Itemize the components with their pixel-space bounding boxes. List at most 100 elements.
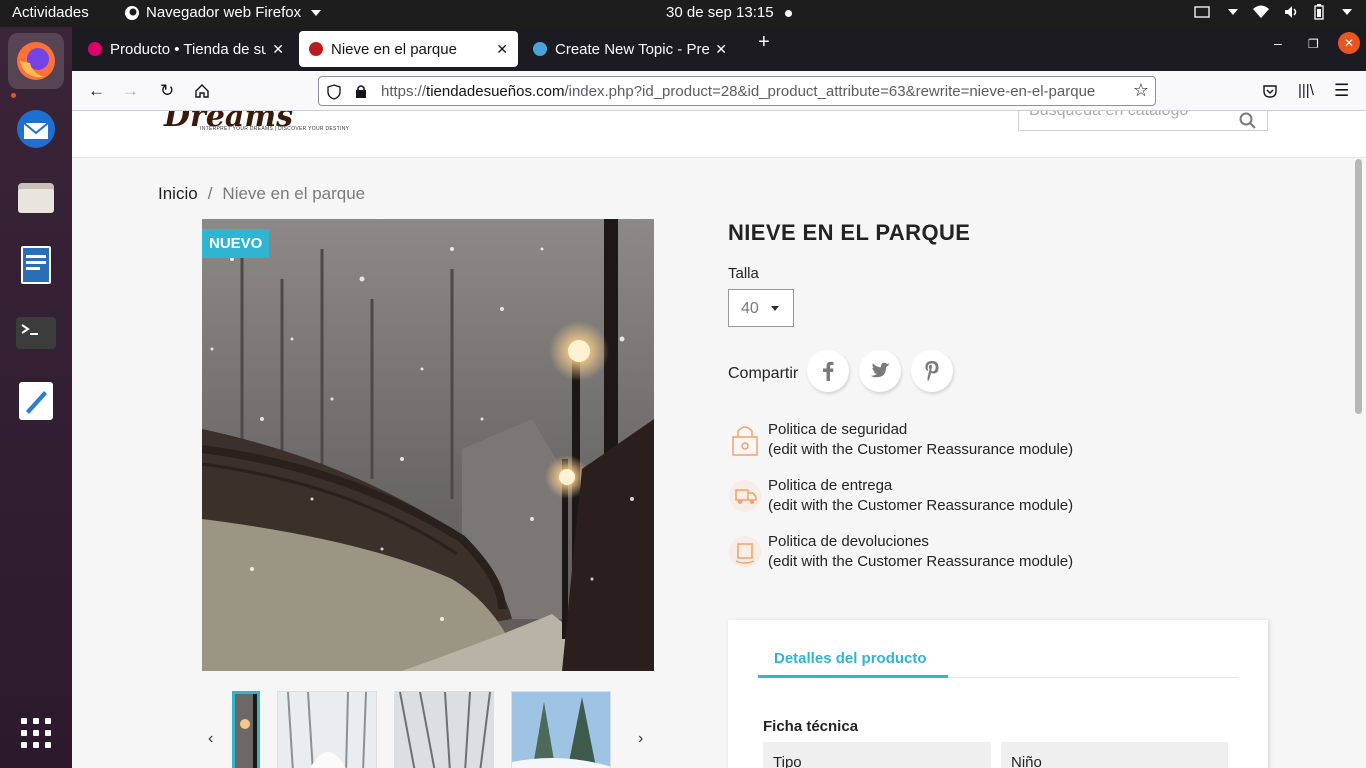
tab-label: Producto • Tienda de sueños <box>110 40 267 58</box>
dock <box>0 27 72 768</box>
size-label: Talla <box>728 265 759 282</box>
chevron-down-icon <box>311 9 322 16</box>
tab-label: Nieve en el parque <box>331 40 457 58</box>
thumbnail-carousel: ‹ › <box>202 690 654 768</box>
thumbnail-4[interactable] <box>511 691 611 768</box>
wifi-icon[interactable] <box>1252 5 1270 19</box>
tab-label: Create New Topic - PrestaShop Forums <box>555 40 710 58</box>
site-header: Dreams INTERPRET YOUR DREAMS | DISCOVER … <box>72 111 1366 158</box>
close-icon[interactable]: ✕ <box>272 41 284 58</box>
breadcrumb-separator: / <box>207 184 213 203</box>
chevron-down-icon[interactable] <box>1342 9 1352 15</box>
pinterest-icon <box>925 361 939 381</box>
reassurance-text: (edit with the Customer Reassurance modu… <box>768 441 1074 458</box>
product-details-card: Detalles del producto Ficha técnica Tipo… <box>728 620 1268 768</box>
prestashop-forum-icon <box>533 42 547 56</box>
activities-button[interactable]: Actividades <box>12 4 89 21</box>
lock-icon[interactable] <box>355 84 367 99</box>
dock-text-editor[interactable] <box>8 373 64 429</box>
tab-product-details[interactable]: Detalles del producto <box>774 650 927 667</box>
dock-terminal[interactable] <box>8 305 64 361</box>
url-scheme: https:// <box>381 83 427 100</box>
dock-writer[interactable] <box>8 237 64 293</box>
breadcrumb: Inicio / Nieve en el parque <box>158 184 365 204</box>
data-sheet-value: Niño <box>1001 742 1228 768</box>
logo-tagline: INTERPRET YOUR DREAMS | DISCOVER YOUR DE… <box>200 126 350 132</box>
share-label: Compartir <box>728 365 799 382</box>
battery-icon[interactable] <box>1314 4 1324 20</box>
clock[interactable]: 30 de sep 13:15 <box>666 4 774 21</box>
chevron-down-icon[interactable] <box>1228 9 1238 15</box>
notification-dot-icon <box>785 10 792 17</box>
reload-button[interactable]: ↻ <box>160 81 174 101</box>
bookmark-star-icon[interactable]: ☆ <box>1133 80 1149 101</box>
pinterest-share-button[interactable] <box>911 350 953 392</box>
twitter-share-button[interactable] <box>859 350 901 392</box>
keyboard-indicator-icon[interactable] <box>1194 5 1210 19</box>
firefox-small-icon <box>125 5 139 20</box>
facebook-icon <box>823 361 834 381</box>
thumbnail-3[interactable] <box>394 691 494 768</box>
search-icon[interactable] <box>1239 112 1257 130</box>
app-menu[interactable]: Navegador web Firefox <box>124 4 322 21</box>
new-tab-button[interactable]: + <box>758 31 770 54</box>
forward-button[interactable]: → <box>122 81 139 101</box>
thumbnail-2[interactable] <box>277 691 377 768</box>
url-bar[interactable]: https://tiendadesueños.com/index.php?id_… <box>318 76 1156 106</box>
reassurance-title: Politica de seguridad <box>768 421 908 438</box>
system-top-bar: Actividades Navegador web Firefox 30 de … <box>0 0 1366 27</box>
reassurance-text: (edit with the Customer Reassurance modu… <box>768 553 1074 570</box>
product-main-image[interactable]: NUEVO <box>202 219 654 671</box>
text-editor-icon <box>19 382 53 420</box>
app-menu-label: Navegador web Firefox <box>146 4 302 21</box>
close-icon[interactable]: ✕ <box>496 41 508 58</box>
chevron-right-icon[interactable]: › <box>638 730 643 748</box>
system-tray[interactable] <box>1194 4 1352 20</box>
dock-firefox[interactable] <box>8 33 64 98</box>
library-icon[interactable]: |||\ <box>1298 82 1314 99</box>
close-icon[interactable]: ✕ <box>715 41 727 58</box>
dock-show-apps[interactable] <box>8 705 64 761</box>
tab-nieve[interactable]: Nieve en el parque ✕ <box>299 31 518 67</box>
breadcrumb-current: Nieve en el parque <box>222 184 366 203</box>
return-box-icon <box>729 536 761 568</box>
writer-icon <box>21 246 51 284</box>
data-sheet-heading: Ficha técnica <box>763 718 859 735</box>
truck-icon <box>729 480 761 512</box>
maximize-button[interactable]: ❐ <box>1308 37 1319 51</box>
url-path: /index.php?id_product=28&id_product_attr… <box>564 83 1096 100</box>
data-sheet-key: Tipo <box>763 742 991 768</box>
product-title: NIEVE EN EL PARQUE <box>728 220 971 245</box>
navigation-toolbar: ← → ↻ https://tiendadesueños.com/index.p… <box>72 71 1366 111</box>
url-text[interactable]: https://tiendadesueños.com/index.php?id_… <box>381 83 1123 100</box>
files-icon <box>18 183 54 213</box>
thumbnail-1[interactable] <box>232 691 260 768</box>
shield-icon[interactable] <box>327 84 341 100</box>
firefox-icon <box>17 42 55 80</box>
breadcrumb-home-link[interactable]: Inicio <box>158 184 198 203</box>
scrollbar-thumb[interactable] <box>1355 159 1362 414</box>
search-input[interactable]: Búsqueda en catálogo <box>1018 111 1268 131</box>
menu-icon[interactable]: ☰ <box>1334 81 1349 101</box>
dock-thunderbird[interactable] <box>8 101 64 157</box>
volume-icon[interactable] <box>1284 5 1300 19</box>
close-window-button[interactable]: ✕ <box>1338 32 1360 54</box>
chevron-left-icon[interactable]: ‹ <box>208 730 213 748</box>
prestashop-icon <box>88 42 102 56</box>
tab-producto[interactable]: Producto • Tienda de sueños ✕ <box>78 31 294 67</box>
size-select[interactable]: 40 <box>728 289 794 327</box>
page-content: Dreams INTERPRET YOUR DREAMS | DISCOVER … <box>72 111 1366 768</box>
reassurance-text: (edit with the Customer Reassurance modu… <box>768 497 1074 514</box>
search-placeholder: Búsqueda en catálogo <box>1029 111 1188 120</box>
url-host: tiendadesueños.com <box>426 83 565 100</box>
facebook-share-button[interactable] <box>807 350 849 392</box>
home-icon[interactable] <box>194 83 210 99</box>
minimize-button[interactable]: – <box>1274 35 1282 51</box>
site-favicon <box>309 42 323 56</box>
lock-icon <box>732 426 758 456</box>
pocket-icon[interactable] <box>1262 83 1278 99</box>
dock-files[interactable] <box>8 169 64 225</box>
back-button[interactable]: ← <box>88 81 105 101</box>
tab-create-topic[interactable]: Create New Topic - PrestaShop Forums ✕ <box>523 31 737 67</box>
twitter-icon <box>870 362 890 378</box>
